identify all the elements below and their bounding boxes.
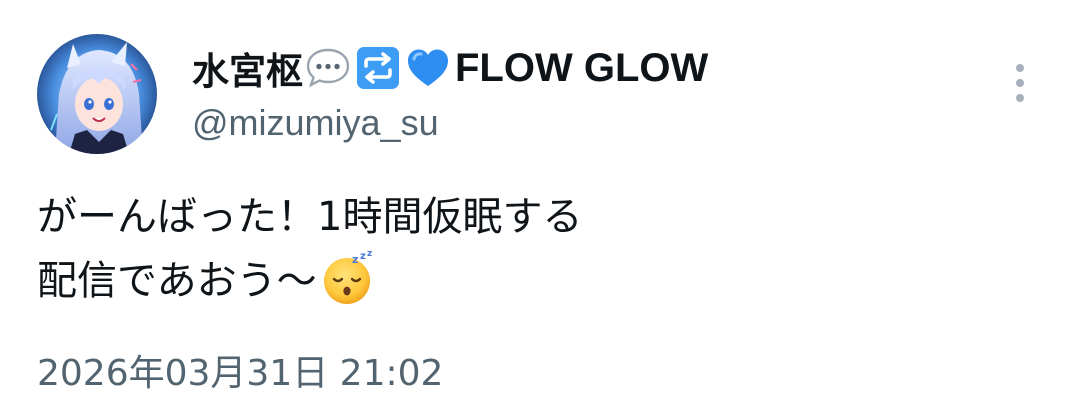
post-card: 水宮枢 FLOW GLOW @mizumiya_su がーんばった！1時間仮眠す… xyxy=(0,0,1080,419)
avatar-image xyxy=(37,34,157,154)
author-name-row[interactable]: 水宮枢 FLOW GLOW xyxy=(192,40,708,96)
repeat-arrows-emoji-icon xyxy=(355,45,401,91)
speech-bubble-emoji-icon xyxy=(305,45,351,91)
post-text-line-2-row: 配信であおう〜 z z z xyxy=(37,248,1037,312)
svg-text:z: z xyxy=(360,251,366,262)
author-display-name[interactable]: 水宮枢 xyxy=(192,41,303,95)
author-handle[interactable]: @mizumiya_su xyxy=(192,102,439,144)
more-options-button[interactable] xyxy=(1006,58,1034,108)
sleeping-face-emoji-icon: z z z xyxy=(319,248,377,306)
post-text-line-2: 配信であおう〜 xyxy=(37,258,317,304)
author-avatar[interactable] xyxy=(37,34,157,154)
post-timestamp[interactable]: 2026年03月31日 21:02 xyxy=(37,344,443,396)
post-text-line-1: がーんばった！1時間仮眠する xyxy=(37,194,583,240)
svg-text:z: z xyxy=(367,249,372,259)
blue-heart-emoji-icon xyxy=(405,45,451,91)
vertical-ellipsis-icon xyxy=(1016,64,1024,102)
post-text: がーんばった！1時間仮眠する 配信であおう〜 z z z xyxy=(37,186,1037,312)
svg-text:z: z xyxy=(352,253,358,266)
author-brand-name[interactable]: FLOW GLOW xyxy=(455,46,708,91)
